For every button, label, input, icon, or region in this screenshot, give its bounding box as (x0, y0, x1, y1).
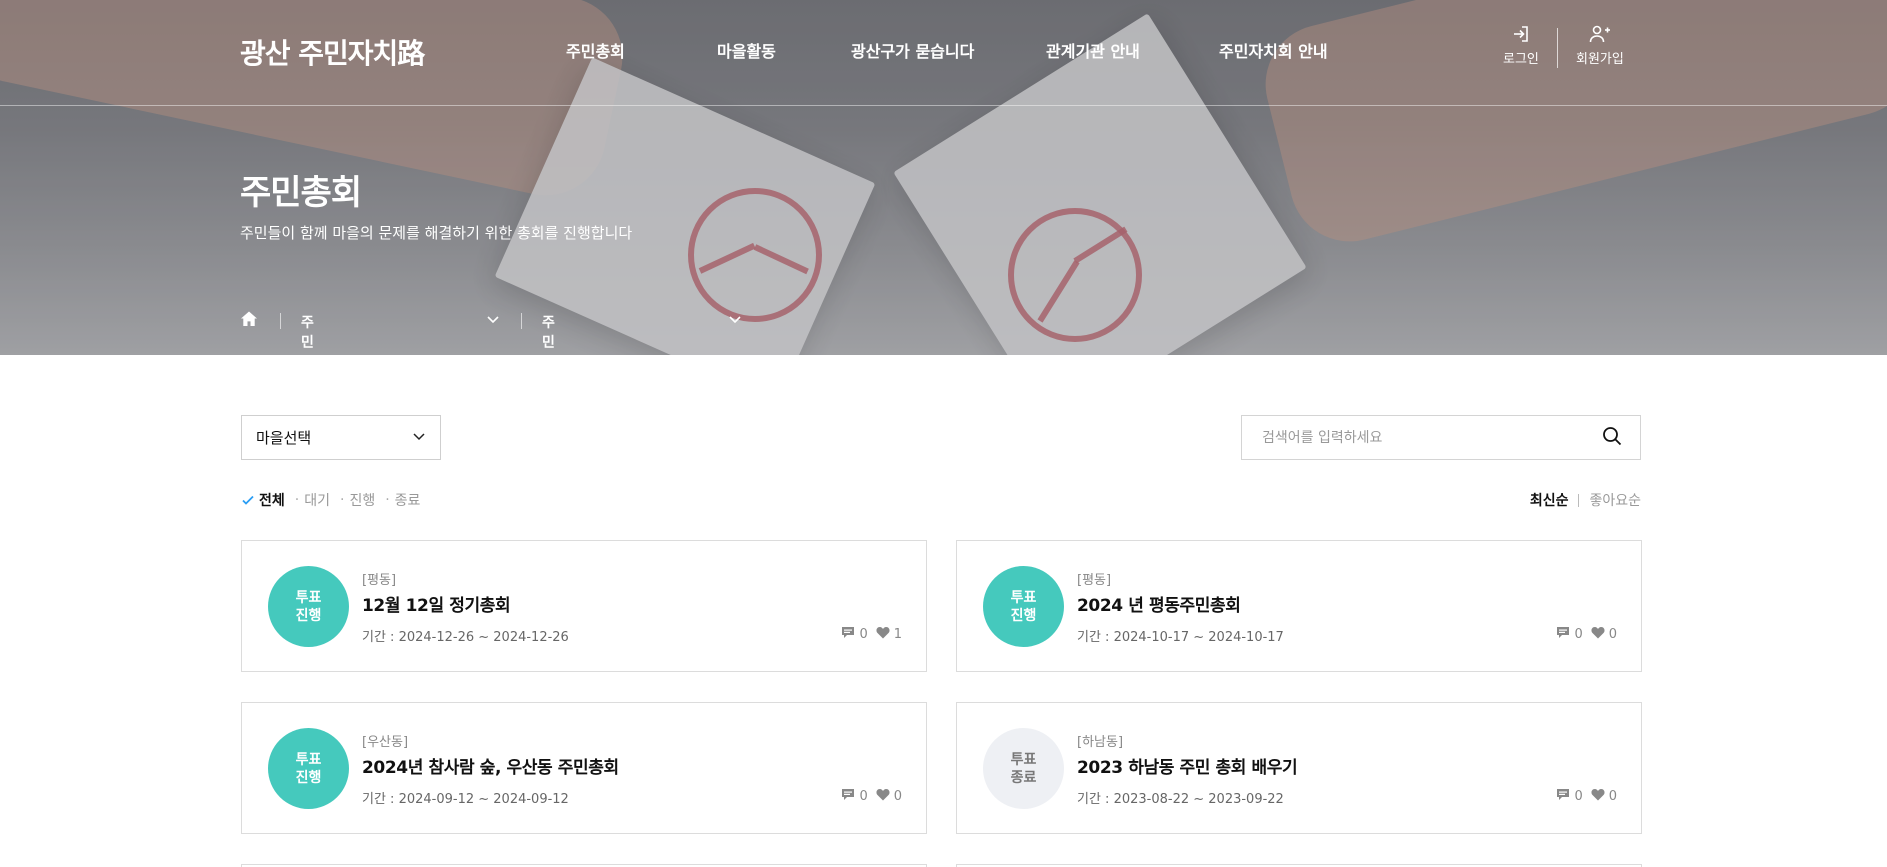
badge-line: 진행 (1010, 607, 1037, 624)
village-select[interactable]: 마을선택 (241, 415, 441, 460)
card-title[interactable]: 2023 하남동 주민 총회 배우기 (1077, 753, 1298, 778)
search-box (1241, 415, 1641, 460)
comment-count: 0 (1574, 627, 1583, 642)
user-plus-icon (1576, 24, 1624, 44)
nav-item-gwangsan-asks[interactable]: 광산구가 묻습니다 (851, 38, 974, 62)
status-filter-ongoing[interactable]: · 진행 (340, 490, 375, 510)
like-count: 0 (1608, 789, 1617, 804)
card-title[interactable]: 2024년 참사람 숲, 우산동 주민총회 (362, 753, 619, 778)
chevron-down-icon[interactable] (728, 312, 742, 330)
signup-label: 회원가입 (1576, 52, 1624, 67)
breadcrumb-divider (280, 313, 281, 329)
card-location: [우산동] (362, 735, 409, 750)
login-link[interactable]: 로그인 (1503, 24, 1539, 67)
bullet-icon: · (339, 492, 345, 508)
search-input[interactable] (1262, 429, 1582, 446)
card-period: 기간 : 2024-10-17 ~ 2024-10-17 (1077, 630, 1284, 645)
site-logo[interactable]: 광산 주민자치路 (240, 32, 425, 72)
sort-divider (1578, 493, 1580, 507)
card-location: [하남동] (1077, 735, 1124, 750)
status-filter-label: 진행 (349, 493, 376, 509)
card-title[interactable]: 12월 12일 정기총회 (362, 591, 511, 616)
badge-line: 진행 (295, 769, 322, 786)
status-filter-ended[interactable]: · 종료 (385, 490, 420, 510)
status-filter-waiting[interactable]: · 대기 (295, 490, 330, 510)
card-period: 기간 : 2023-08-22 ~ 2023-09-22 (1077, 792, 1284, 807)
like-count: 0 (1608, 627, 1617, 642)
comment-count: 0 (859, 789, 868, 804)
vote-status-badge: 투표 종료 (983, 728, 1064, 809)
card-period: 기간 : 2024-12-26 ~ 2024-12-26 (362, 630, 569, 645)
sort-options: 최신순 좋아요순 (1530, 490, 1641, 510)
badge-line: 종료 (1010, 769, 1037, 786)
chevron-down-icon[interactable] (486, 312, 500, 330)
nav-item-council-info[interactable]: 주민자치회 안내 (1219, 38, 1328, 62)
check-icon (241, 493, 255, 507)
card-stats: 0 0 (1556, 626, 1617, 643)
chevron-down-icon (412, 429, 426, 447)
nav-item-general-assembly[interactable]: 주민총회 (566, 38, 625, 62)
card-period: 기간 : 2024-09-12 ~ 2024-09-12 (362, 792, 569, 807)
assembly-card[interactable]: 투표 종료 [하남동] 2023 하남동 주민 총회 배우기 기간 : 2023-… (956, 702, 1642, 834)
status-filter-all[interactable]: 전체 (241, 490, 285, 510)
sort-likes[interactable]: 좋아요순 (1589, 490, 1641, 510)
home-icon[interactable] (240, 310, 258, 332)
vote-status-badge: 투표 진행 (268, 728, 349, 809)
like-count: 0 (893, 789, 902, 804)
bullet-icon: · (294, 492, 300, 508)
breadcrumb-level1[interactable]: 주민총회 (301, 312, 314, 355)
status-filter-label: 대기 (304, 493, 330, 509)
vote-status-badge: 투표 진행 (983, 566, 1064, 647)
heart-icon[interactable] (876, 626, 890, 643)
bullet-icon: · (385, 492, 390, 508)
comment-icon (841, 788, 855, 805)
hero-banner: 광산 주민자치路 주민총회 마을활동 광산구가 묻습니다 관계기관 안내 주민자… (0, 0, 1887, 355)
assembly-card[interactable]: 투표 진행 [평동] 2024 년 평동주민총회 기간 : 2024-10-17 … (956, 540, 1642, 672)
badge-line: 투표 (1010, 589, 1037, 606)
comment-icon (841, 626, 855, 643)
page-title: 주민총회 (240, 173, 362, 213)
signup-link[interactable]: 회원가입 (1576, 24, 1624, 67)
search-icon[interactable] (1602, 426, 1622, 450)
login-label: 로그인 (1503, 52, 1539, 67)
like-count: 1 (893, 627, 902, 642)
card-stats: 0 0 (841, 788, 902, 805)
status-filter-label: 전체 (259, 493, 285, 509)
status-filter-label: 종료 (394, 493, 421, 509)
vote-status-badge: 투표 진행 (268, 566, 349, 647)
card-stats: 0 0 (1556, 788, 1617, 805)
card-title[interactable]: 2024 년 평동주민총회 (1077, 591, 1241, 616)
comment-icon (1556, 788, 1570, 805)
breadcrumb-level2[interactable]: 주민총회 (542, 312, 555, 355)
heart-icon[interactable] (1591, 626, 1605, 643)
header-divider (0, 105, 1887, 106)
login-icon (1503, 24, 1539, 44)
nav-item-village-activity[interactable]: 마을활동 (717, 38, 776, 62)
status-filter: 전체 · 대기 · 진행 · 종료 (241, 490, 430, 510)
comment-count: 0 (859, 627, 868, 642)
page-description: 주민들이 함께 마을의 문제를 해결하기 위한 총회를 진행합니다 (240, 224, 633, 242)
badge-line: 투표 (1010, 751, 1037, 768)
village-select-value: 마을선택 (256, 429, 312, 447)
card-location: [평동] (362, 573, 397, 588)
comment-count: 0 (1574, 789, 1583, 804)
util-divider (1557, 28, 1558, 68)
card-location: [평동] (1077, 573, 1112, 588)
assembly-card[interactable]: 투표 진행 [우산동] 2024년 참사람 숲, 우산동 주민총회 기간 : 20… (241, 702, 927, 834)
heart-icon[interactable] (1591, 788, 1605, 805)
heart-icon[interactable] (876, 788, 890, 805)
badge-line: 진행 (295, 607, 322, 624)
card-stats: 0 1 (841, 626, 902, 643)
comment-icon (1556, 626, 1570, 643)
assembly-card[interactable]: 투표 진행 [평동] 12월 12일 정기총회 기간 : 2024-12-26 ~… (241, 540, 927, 672)
breadcrumb-divider (521, 313, 522, 329)
badge-line: 투표 (295, 751, 322, 768)
sort-latest[interactable]: 최신순 (1530, 490, 1569, 510)
badge-line: 투표 (295, 589, 322, 606)
nav-item-related-agencies[interactable]: 관계기관 안내 (1046, 38, 1140, 62)
